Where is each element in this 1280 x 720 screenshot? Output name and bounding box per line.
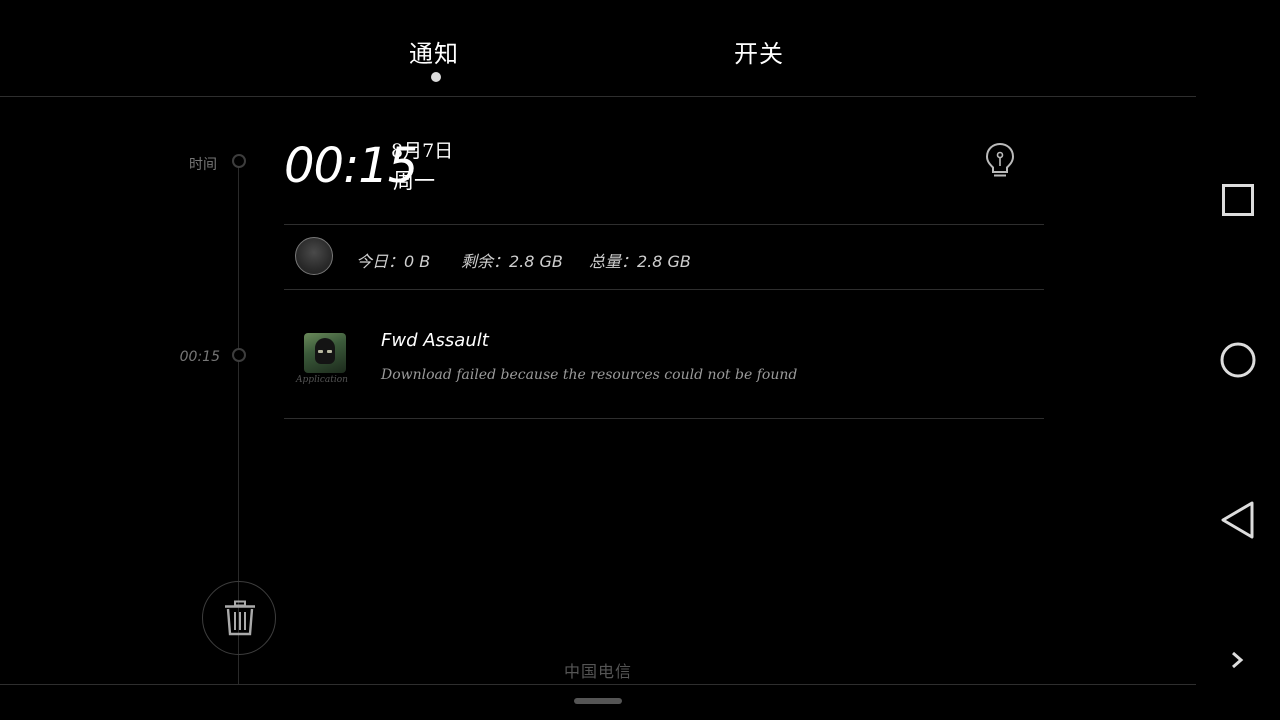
chevron-right-icon xyxy=(1232,651,1244,669)
tab-switches[interactable]: 开关 xyxy=(734,34,784,69)
app-icon-caption: Application xyxy=(296,375,348,385)
clock-date: 8月7日 xyxy=(391,140,454,162)
more-button[interactable] xyxy=(1230,650,1246,674)
section-divider xyxy=(284,418,1044,419)
storage-total: 总量：2.8 GB xyxy=(589,252,691,271)
header-divider xyxy=(0,96,1196,97)
app-thumbnail xyxy=(304,333,346,373)
notification-message[interactable]: Download failed because the resources co… xyxy=(381,367,797,383)
app-icon[interactable]: Application xyxy=(292,330,352,388)
timeline-entry-time: 00:15 xyxy=(179,349,220,365)
tab-notifications[interactable]: 通知 xyxy=(409,34,459,69)
drag-handle[interactable] xyxy=(574,698,622,704)
notification-title[interactable]: Fwd Assault xyxy=(381,330,489,351)
timeline-time-label: 时间 xyxy=(189,157,217,173)
carrier-name: 中国电信 xyxy=(563,662,632,681)
circle-icon xyxy=(1220,342,1256,378)
clear-notifications-button[interactable] xyxy=(202,581,276,655)
timeline-node xyxy=(232,154,246,168)
storage-disk-icon xyxy=(295,237,333,275)
section-divider xyxy=(284,289,1044,290)
lightbulb-icon[interactable] xyxy=(984,142,1016,180)
back-button[interactable] xyxy=(1220,500,1256,544)
clock-weekday: 周一 xyxy=(393,169,435,193)
storage-remaining: 剩余：2.8 GB xyxy=(461,252,563,271)
masked-soldier-graphic xyxy=(315,338,335,364)
square-icon xyxy=(1222,184,1254,216)
home-button[interactable] xyxy=(1220,342,1256,382)
notification-screen: 通知 开关 时间 00:15 00:15 8月7日 周一 今日：0 B 剩余：2… xyxy=(0,0,1280,720)
bottom-divider xyxy=(0,684,1196,685)
active-tab-indicator xyxy=(431,72,441,82)
navigation-bar xyxy=(1196,0,1280,720)
trash-icon xyxy=(225,600,255,636)
section-divider xyxy=(284,224,1044,225)
storage-today: 今日：0 B xyxy=(356,252,431,271)
recents-button[interactable] xyxy=(1222,184,1254,220)
triangle-back-icon xyxy=(1221,501,1254,539)
timeline-node xyxy=(232,348,246,362)
